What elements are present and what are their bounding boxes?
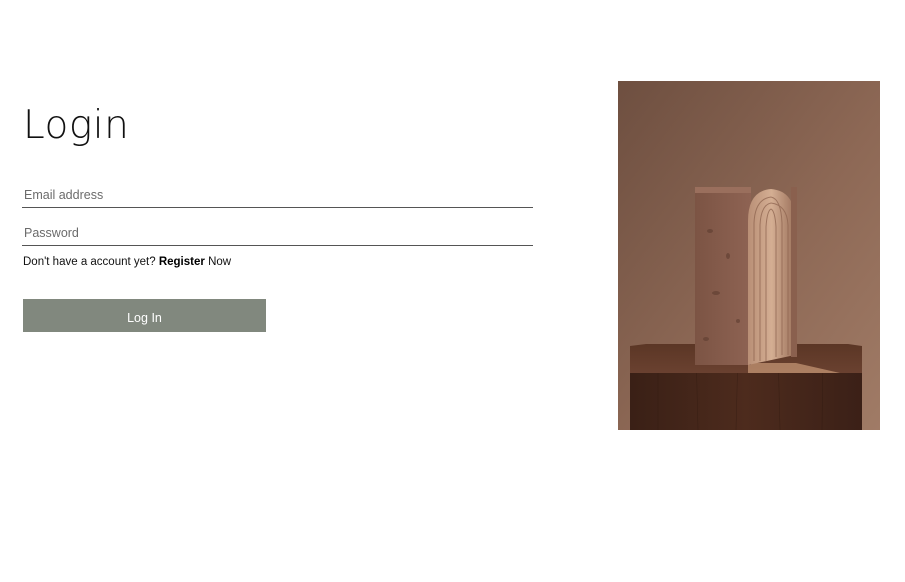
password-field[interactable] xyxy=(22,220,533,246)
register-link[interactable]: Register xyxy=(159,256,205,268)
hero-image xyxy=(618,81,880,430)
register-prompt-text: Don't have a account yet? xyxy=(23,256,156,268)
register-prompt: Don't have a account yet? Register Now xyxy=(23,256,231,268)
email-field[interactable] xyxy=(22,182,533,208)
login-button[interactable]: Log In xyxy=(23,299,266,332)
sculpture-photo xyxy=(618,81,880,430)
register-suffix: Now xyxy=(208,256,232,268)
page-title: Login xyxy=(23,103,130,148)
